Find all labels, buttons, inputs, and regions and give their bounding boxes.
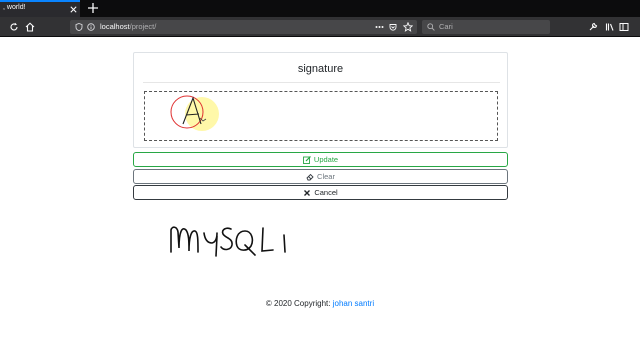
signature-card: signature — [133, 52, 508, 148]
library-icon[interactable] — [605, 22, 615, 32]
active-tab[interactable]: , world! — [0, 0, 80, 17]
update-button[interactable]: Update — [133, 152, 508, 167]
eraser-icon — [306, 173, 314, 180]
url-host: localhost — [100, 22, 130, 31]
tab-bar: , world! — [0, 0, 640, 17]
search-icon — [427, 23, 435, 31]
site-info-icon[interactable] — [87, 23, 95, 31]
sidebar-icon[interactable] — [619, 22, 629, 32]
card-title: signature — [297, 63, 344, 75]
shield-icon[interactable] — [75, 23, 83, 31]
cancel-button[interactable]: Cancel — [133, 185, 508, 200]
copyright-text: © 2020 Copyright: — [265, 299, 331, 308]
address-bar[interactable]: localhost/project/ — [70, 20, 417, 34]
search-bar[interactable]: Cari — [422, 20, 550, 34]
edit-icon — [302, 155, 311, 164]
clear-label: Clear — [317, 172, 335, 181]
bookmark-star-icon[interactable] — [403, 22, 413, 32]
url-text: localhost/project/ — [100, 22, 156, 31]
cancel-label: Cancel — [314, 188, 338, 197]
footer: © 2020 Copyright: johan santri — [0, 299, 640, 308]
page-actions-icon[interactable] — [375, 24, 384, 30]
handwritten-annotation — [170, 226, 286, 257]
url-path: /project/ — [129, 22, 157, 31]
close-tab-icon[interactable] — [69, 5, 78, 14]
home-icon[interactable] — [25, 22, 35, 32]
clear-button[interactable]: Clear — [133, 169, 508, 184]
signature-drawing — [170, 95, 219, 131]
close-icon — [304, 189, 311, 196]
author-link[interactable]: johan santri — [333, 299, 374, 308]
tab-title: , world! — [3, 4, 26, 11]
wrench-icon[interactable] — [588, 22, 598, 32]
signature-pad[interactable] — [144, 91, 498, 141]
navigation-toolbar: localhost/project/ Cari — [0, 17, 640, 37]
pocket-icon[interactable] — [389, 23, 397, 31]
new-tab-icon[interactable] — [87, 2, 99, 14]
search-placeholder: Cari — [439, 22, 453, 31]
divider — [143, 82, 500, 83]
reload-icon[interactable] — [9, 22, 19, 32]
update-label: Update — [313, 155, 339, 164]
